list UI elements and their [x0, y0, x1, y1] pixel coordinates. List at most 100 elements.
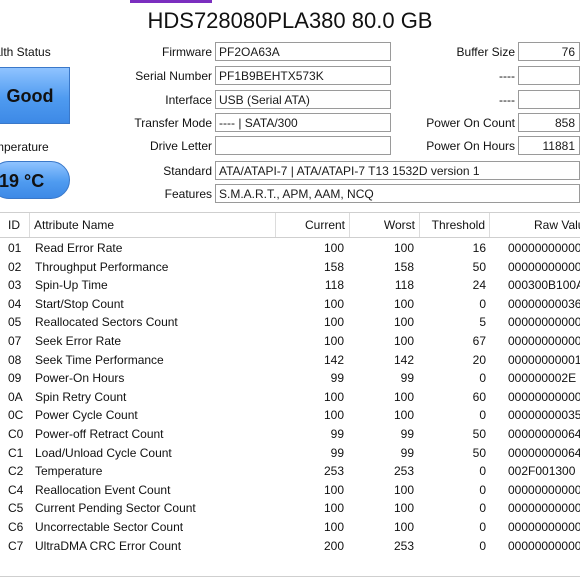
cell-worst: 158 [393, 259, 414, 274]
table-row[interactable]: 02 Throughput Performance 158 158 50 00000000… [0, 258, 580, 277]
cell-id: 07 [8, 333, 22, 348]
cell-id: 0A [8, 389, 23, 404]
transfer-mode-field: ---- | SATA/300 [215, 113, 391, 132]
serial-number-label: Serial Number [135, 69, 212, 83]
cell-attribute-name: Seek Time Performance [35, 352, 164, 367]
table-row[interactable]: C7 UltraDMA CRC Error Count 200 253 0 0000000… [0, 537, 580, 556]
cell-attribute-name: Throughput Performance [35, 259, 169, 274]
cell-threshold: 0 [479, 482, 486, 497]
drive-letter-label: Drive Letter [149, 139, 212, 153]
cell-worst: 99 [400, 426, 414, 441]
cell-attribute-name: Reallocated Sectors Count [35, 315, 178, 330]
cell-id: C4 [8, 482, 24, 497]
cell-raw-values: 000300B100A [508, 278, 580, 293]
serial-number-field: PF1B9BEHTX573K [215, 66, 391, 85]
table-row[interactable]: C0 Power-off Retract Count 99 99 50 000000000… [0, 425, 580, 444]
column-header-worst[interactable]: Worst [350, 213, 420, 237]
cell-raw-values: 000000000000 [508, 333, 580, 348]
table-row[interactable]: C6 Uncorrectable Sector Count 100 100 0 00000… [0, 518, 580, 537]
cell-worst: 253 [393, 464, 414, 479]
cell-worst: 100 [393, 408, 414, 423]
smart-attributes-table[interactable]: ID Attribute Name Current Worst Threshol… [0, 212, 580, 577]
standard-field: ATA/ATAPI-7 | ATA/ATAPI-7 T13 1532D vers… [215, 161, 580, 180]
table-row[interactable]: 05 Reallocated Sectors Count 100 100 5 000000… [0, 313, 580, 332]
cell-worst: 100 [393, 389, 414, 404]
cell-id: C7 [8, 538, 24, 553]
cell-worst: 99 [400, 371, 414, 386]
cell-threshold: 0 [479, 296, 486, 311]
cell-raw-values: 00000000001 [508, 352, 580, 367]
active-tab-indicator [130, 0, 212, 3]
cell-attribute-name: Reallocation Event Count [35, 482, 171, 497]
cell-raw-values: 000000000000 [508, 241, 580, 255]
cell-attribute-name: UltraDMA CRC Error Count [35, 538, 182, 553]
cell-id: 08 [8, 352, 22, 367]
cell-raw-values: 00000000035 [508, 408, 580, 423]
cell-current: 253 [323, 464, 344, 479]
bottom-border [0, 576, 580, 577]
cell-worst: 100 [393, 519, 414, 534]
cell-threshold: 16 [472, 241, 486, 255]
cell-threshold: 24 [472, 278, 486, 293]
cell-id: 04 [8, 296, 22, 311]
interface-field: USB (Serial ATA) [215, 90, 391, 109]
standard-label: Standard [163, 164, 212, 178]
cell-threshold: 0 [479, 408, 486, 423]
table-row[interactable]: C2 Temperature 253 253 0 002F001300 [0, 462, 580, 481]
table-row[interactable]: 04 Start/Stop Count 100 100 0 00000000036 [0, 295, 580, 314]
column-header-current[interactable]: Current [276, 213, 350, 237]
cell-threshold: 0 [479, 501, 486, 516]
cell-raw-values: 000000000000 [508, 538, 580, 553]
column-header-threshold[interactable]: Threshold [420, 213, 490, 237]
cell-id: C5 [8, 501, 24, 516]
cell-id: 01 [8, 241, 22, 255]
buffer-size-field: 76 [518, 42, 580, 61]
cell-id: 02 [8, 259, 22, 274]
cell-threshold: 5 [479, 315, 486, 330]
health-status-button[interactable]: Good [0, 67, 70, 124]
table-row[interactable]: 09 Power-On Hours 99 99 0 000000002E [0, 369, 580, 388]
cell-attribute-name: Power-off Retract Count [35, 426, 164, 441]
table-row[interactable]: 08 Seek Time Performance 142 142 20 000000000… [0, 351, 580, 370]
power-on-hours-field: 11881 [518, 136, 580, 155]
table-row[interactable]: 0C Power Cycle Count 100 100 0 00000000035 [0, 406, 580, 425]
table-row[interactable]: C4 Reallocation Event Count 100 100 0 0000000… [0, 481, 580, 500]
column-header-raw-values[interactable]: Raw Valu [490, 213, 580, 237]
cell-raw-values: 000000000000 [508, 501, 580, 516]
cell-threshold: 60 [472, 389, 486, 404]
health-status-label: alth Status [0, 45, 51, 59]
cell-current: 100 [323, 501, 344, 516]
temperature-label: mperature [0, 140, 49, 154]
cell-attribute-name: Seek Error Rate [35, 333, 122, 348]
table-row[interactable]: C1 Load/Unload Cycle Count 99 99 50 000000000… [0, 444, 580, 463]
power-on-hours-label: Power On Hours [426, 139, 515, 153]
cell-worst: 100 [393, 333, 414, 348]
unknown-field-1 [518, 66, 580, 85]
cell-current: 99 [330, 426, 344, 441]
temperature-button[interactable]: 19 °C [0, 161, 70, 199]
cell-current: 100 [323, 333, 344, 348]
cell-current: 158 [323, 259, 344, 274]
table-row[interactable]: 07 Seek Error Rate 100 100 67 000000000000 [0, 332, 580, 351]
cell-current: 100 [323, 389, 344, 404]
cell-raw-values: 000000000000 [508, 482, 580, 497]
table-row[interactable]: 0A Spin Retry Count 100 100 60 000000000000 [0, 388, 580, 407]
column-header-id[interactable]: ID [0, 213, 30, 237]
cell-current: 200 [323, 538, 344, 553]
table-row[interactable]: 01 Read Error Rate 100 100 16 000000000000 [0, 239, 580, 258]
cell-attribute-name: Load/Unload Cycle Count [35, 445, 172, 460]
cell-worst: 253 [393, 538, 414, 553]
table-row[interactable]: 03 Spin-Up Time 118 118 24 000300B100A [0, 276, 580, 295]
cell-raw-values: 00000000036 [508, 296, 580, 311]
cell-id: C6 [8, 519, 24, 534]
cell-worst: 100 [393, 482, 414, 497]
cell-current: 100 [323, 315, 344, 330]
column-header-attribute-name[interactable]: Attribute Name [30, 213, 276, 237]
transfer-mode-label: Transfer Mode [134, 116, 212, 130]
features-field: S.M.A.R.T., APM, AAM, NCQ [215, 184, 580, 203]
cell-worst: 142 [393, 352, 414, 367]
cell-threshold: 50 [472, 445, 486, 460]
table-row[interactable]: C5 Current Pending Sector Count 100 100 0 000… [0, 499, 580, 518]
cell-current: 100 [323, 241, 344, 255]
cell-current: 100 [323, 482, 344, 497]
